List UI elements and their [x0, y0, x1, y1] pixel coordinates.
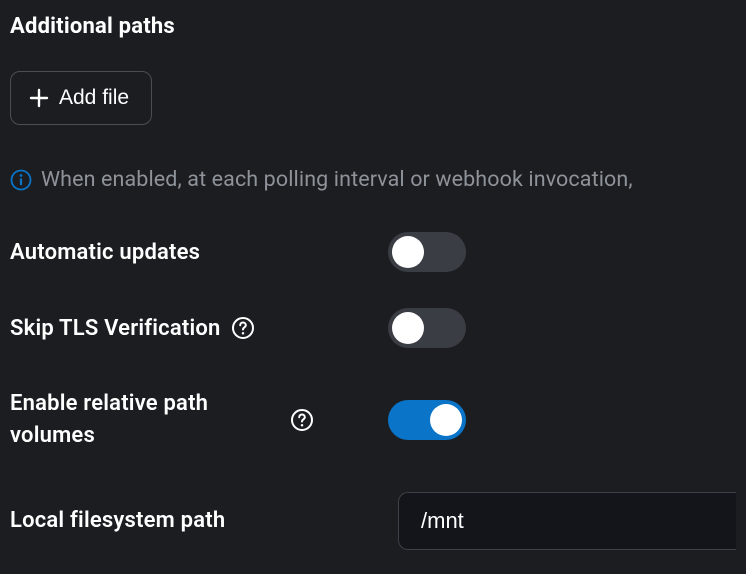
help-icon	[290, 408, 314, 432]
add-file-label: Add file	[59, 86, 129, 110]
skip-tls-toggle[interactable]	[388, 308, 466, 348]
info-text: When enabled, at each polling interval o…	[41, 167, 633, 192]
local-filesystem-path-input[interactable]	[398, 492, 736, 550]
automatic-updates-toggle[interactable]	[388, 232, 466, 272]
additional-paths-heading: Additional paths	[10, 14, 736, 39]
automatic-updates-label: Automatic updates	[10, 240, 200, 265]
relative-path-row: Enable relative path volumes	[10, 388, 736, 452]
toggle-knob	[430, 404, 462, 436]
skip-tls-label: Skip TLS Verification	[10, 316, 221, 341]
relative-path-toggle[interactable]	[388, 400, 466, 440]
info-banner: When enabled, at each polling interval o…	[10, 167, 736, 192]
local-filesystem-path-row: Local filesystem path	[10, 492, 736, 550]
toggle-knob	[392, 312, 424, 344]
toggle-knob	[392, 236, 424, 268]
info-icon	[10, 169, 32, 191]
skip-tls-help-icon[interactable]	[231, 316, 255, 340]
local-filesystem-path-label: Local filesystem path	[10, 508, 225, 533]
relative-path-label: Enable relative path volumes	[10, 388, 280, 452]
plus-icon	[29, 88, 49, 108]
skip-tls-row: Skip TLS Verification	[10, 308, 736, 348]
help-icon	[231, 316, 255, 340]
automatic-updates-row: Automatic updates	[10, 232, 736, 272]
add-file-button[interactable]: Add file	[10, 71, 152, 125]
relative-path-help-icon[interactable]	[290, 408, 314, 432]
